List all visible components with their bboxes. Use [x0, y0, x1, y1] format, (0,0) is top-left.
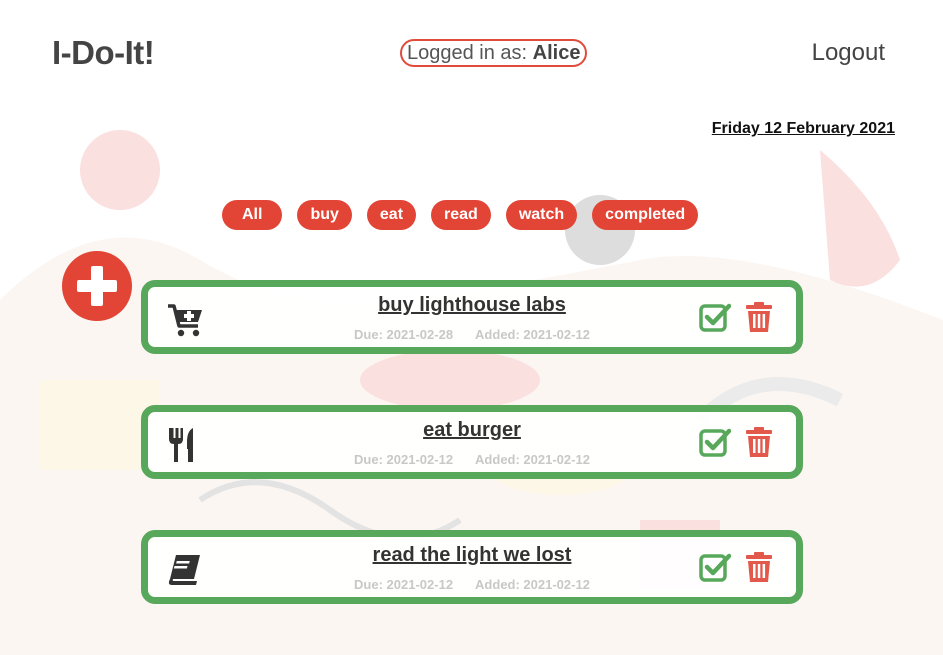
task-card: eat burger Due: 2021-02-12 Added: 2021-02…	[141, 405, 803, 479]
filter-completed[interactable]: completed	[592, 200, 699, 230]
delete-trash-icon[interactable]	[745, 551, 773, 583]
filter-all[interactable]: All	[222, 200, 283, 230]
top-nav: I-Do-It! Logged in as: Alice Logout	[0, 0, 943, 100]
filter-buy[interactable]: buy	[297, 200, 352, 230]
add-task-button[interactable]	[62, 251, 132, 321]
current-date: Friday 12 February 2021	[711, 120, 895, 137]
task-added-date: Added: 2021-02-12	[475, 577, 590, 592]
logged-in-badge: Logged in as: Alice	[400, 39, 588, 67]
filter-read[interactable]: read	[431, 200, 491, 230]
complete-check-icon[interactable]	[699, 301, 731, 333]
complete-check-icon[interactable]	[699, 426, 731, 458]
logout-link[interactable]: Logout	[812, 39, 885, 67]
complete-check-icon[interactable]	[699, 551, 731, 583]
delete-trash-icon[interactable]	[745, 301, 773, 333]
task-due-date: Due: 2021-02-12	[354, 577, 454, 592]
delete-trash-icon[interactable]	[745, 426, 773, 458]
category-filters: All buy eat read watch completed	[222, 200, 699, 230]
app-logo[interactable]: I-Do-It!	[52, 34, 155, 72]
filter-eat[interactable]: eat	[366, 200, 417, 230]
logged-in-label: Logged in as:	[407, 42, 533, 64]
username: Alice	[532, 42, 581, 64]
app-page: I-Do-It! Logged in as: Alice Logout Frid…	[0, 0, 943, 655]
task-card: read the light we lost Due: 2021-02-12 Ad…	[141, 530, 803, 604]
task-due-date: Due: 2021-02-12	[354, 452, 454, 467]
task-added-date: Added: 2021-02-12	[475, 452, 590, 467]
task-due-date: Due: 2021-02-28	[354, 327, 454, 342]
task-card: buy lighthouse labs Due: 2021-02-28 Added…	[141, 280, 803, 354]
filter-watch[interactable]: watch	[505, 200, 578, 230]
task-added-date: Added: 2021-02-12	[475, 327, 590, 342]
